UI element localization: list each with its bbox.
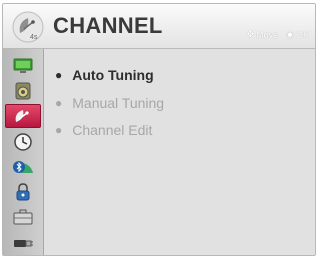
menu-item-label: Manual Tuning	[72, 95, 165, 111]
menu-item-channel-edit[interactable]: ● Channel Edit	[55, 122, 152, 138]
hint-move-label: Move	[256, 29, 279, 40]
key-hints: ✥ Move ◉ OK	[247, 29, 309, 40]
ok-dot-icon: ◉	[286, 29, 294, 39]
bullet-icon: ●	[55, 123, 63, 137]
lock-icon	[16, 183, 30, 201]
menu-item-label: Channel Edit	[72, 122, 153, 138]
menu-item-label: Auto Tuning	[72, 67, 154, 83]
bluetooth-icon	[13, 161, 33, 173]
satellite-dish-icon	[15, 110, 29, 122]
hint-ok-label: OK	[295, 29, 309, 40]
sidebar-item-time[interactable]	[7, 131, 39, 153]
category-sidebar	[3, 49, 44, 255]
speaker-icon	[15, 82, 31, 100]
sidebar-item-lock[interactable]	[7, 181, 39, 203]
sidebar-item-picture[interactable]	[7, 55, 39, 77]
page-title: CHANNEL	[53, 13, 163, 38]
channel-menu-window: 4s CHANNEL ✥ Move ◉ OK ● Auto Tuning ● M…	[2, 3, 316, 256]
svg-text:4s: 4s	[30, 34, 38, 41]
hint-ok: ◉ OK	[286, 29, 309, 40]
menu-item-manual-tuning[interactable]: ● Manual Tuning	[55, 95, 164, 111]
sidebar-item-network[interactable]	[7, 156, 39, 178]
sidebar-item-option[interactable]	[7, 206, 39, 228]
bullet-icon: ●	[55, 96, 63, 110]
move-arrows-icon: ✥	[246, 29, 255, 39]
sidebar-item-channel[interactable]	[5, 104, 41, 128]
monitor-icon	[13, 58, 33, 73]
bullet-icon: ●	[55, 68, 63, 82]
menu-header: 4s CHANNEL ✥ Move ◉ OK	[3, 4, 315, 49]
menu-content: ● Auto Tuning ● Manual Tuning ● Channel …	[44, 49, 315, 255]
plug-icon	[14, 240, 33, 247]
briefcase-icon	[13, 209, 33, 225]
hint-move: ✥ Move	[247, 29, 279, 40]
sidebar-item-audio[interactable]	[7, 80, 39, 102]
clock-icon	[14, 133, 32, 151]
menu-item-auto-tuning[interactable]: ● Auto Tuning	[55, 67, 154, 83]
sidebar-item-input[interactable]	[7, 231, 39, 253]
satellite-dish-icon: 4s	[12, 11, 44, 43]
